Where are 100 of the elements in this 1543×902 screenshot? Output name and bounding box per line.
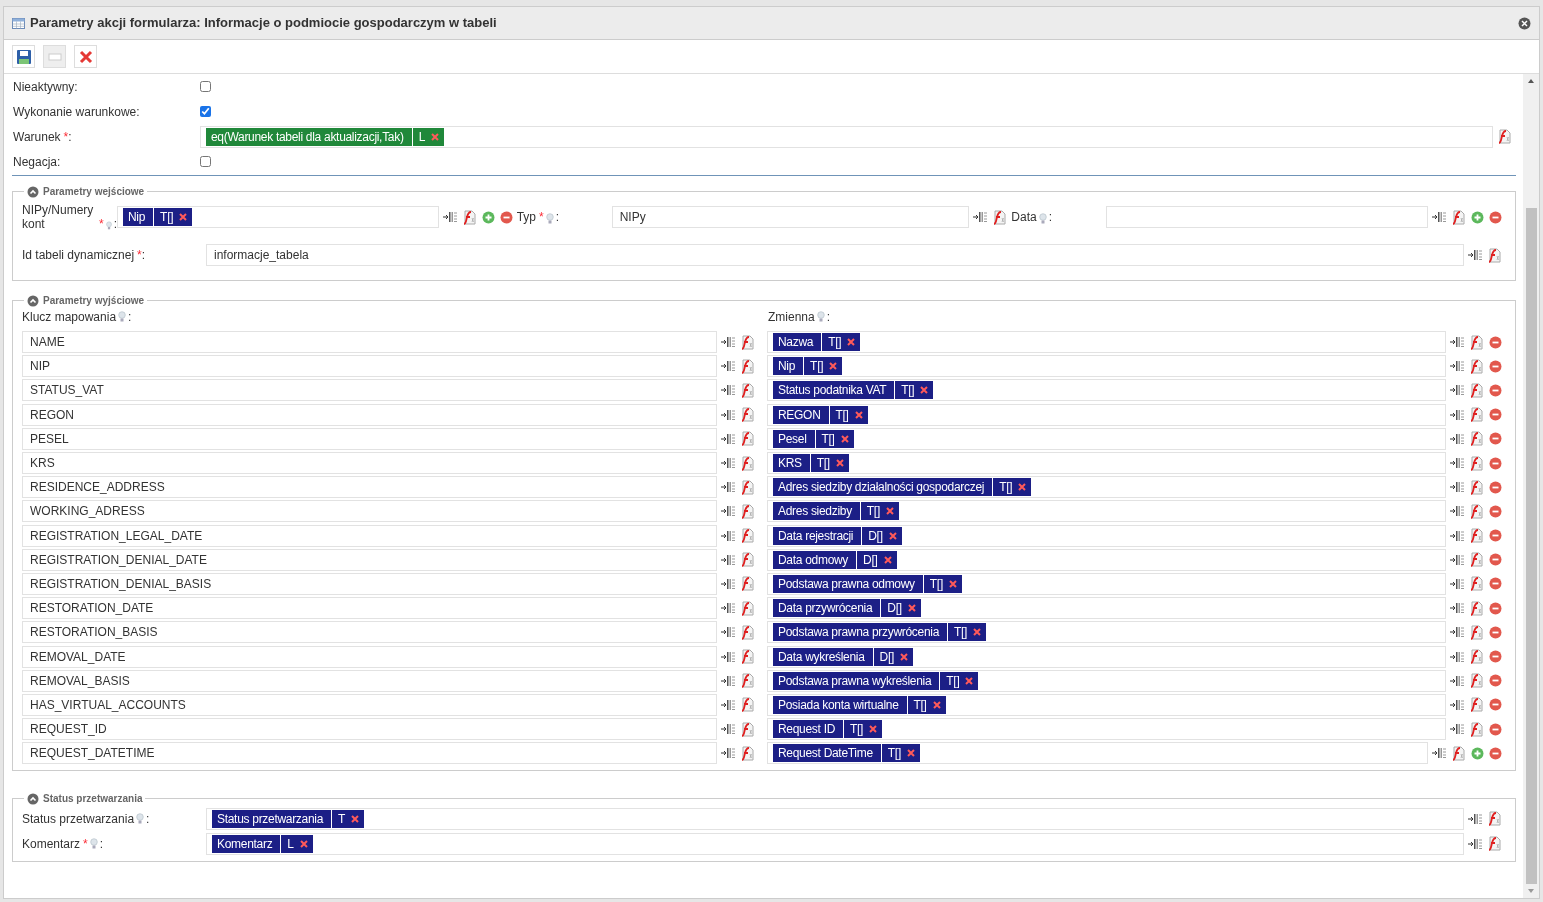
text-field[interactable]: RESIDENCE_ADDRESS [22,476,717,499]
formula-icon[interactable] [740,624,755,640]
formula-icon[interactable] [1469,382,1484,398]
variable-tag[interactable]: Status podatnika VAT T[] [773,381,934,400]
variable-tag[interactable]: Posiada konta wirtualne T[] [773,695,946,714]
tag-field[interactable]: Podstawa prawna przywrócenia T[] [767,621,1446,644]
add-icon[interactable] [481,210,495,224]
map-arrow-icon[interactable] [721,698,735,711]
remove-icon[interactable] [1489,359,1502,373]
formula-icon[interactable] [740,503,755,519]
close-icon[interactable] [840,434,849,443]
variable-tag[interactable]: Adres siedziby działalności gospodarczej T[] [773,478,1032,497]
delete-button[interactable] [74,45,97,68]
map-arrow-icon[interactable] [1450,553,1464,566]
tag-field[interactable]: Request ID T[] [767,718,1446,741]
formula-icon[interactable] [1469,697,1484,713]
formula-icon[interactable] [1469,552,1484,568]
variable-tag[interactable]: Podstawa prawna odmowy T[] [773,574,962,593]
remove-icon[interactable] [1489,210,1502,224]
formula-icon[interactable] [740,407,755,423]
formula-icon[interactable] [1487,247,1502,263]
text-field[interactable]: REQUEST_ID [22,718,717,741]
map-arrow-icon[interactable] [1450,432,1464,445]
tag-field[interactable]: Data przywrócenia D[] [767,597,1446,620]
scrollbar[interactable] [1523,74,1539,898]
checkbox[interactable] [200,156,211,167]
close-icon[interactable] [835,459,844,468]
formula-icon[interactable] [1469,600,1484,616]
formula-icon[interactable] [1469,407,1484,423]
close-icon[interactable] [299,839,308,848]
tag-field[interactable]: Posiada konta wirtualne T[] [767,693,1446,716]
formula-icon[interactable] [740,673,755,689]
close-icon[interactable] [351,814,360,823]
text-field[interactable]: WORKING_ADRESS [22,500,717,523]
map-arrow-icon[interactable] [721,602,735,615]
map-arrow-icon[interactable] [721,336,735,349]
formula-icon[interactable] [740,745,755,761]
map-arrow-icon[interactable] [1450,384,1464,397]
tag-field[interactable]: Status przetwarzania T [206,807,1464,830]
remove-icon[interactable] [1489,504,1502,518]
tag-field[interactable]: REGON T[] [767,403,1446,426]
formula-icon[interactable] [1469,673,1484,689]
formula-icon[interactable] [740,455,755,471]
collapse-icon[interactable] [27,792,39,805]
close-icon[interactable] [179,213,188,221]
map-arrow-icon[interactable] [1450,626,1464,639]
variable-tag[interactable]: Nazwa T[] [773,333,861,352]
map-arrow-icon[interactable] [442,211,457,223]
tag-field[interactable]: Podstawa prawna wykreślenia T[] [767,669,1446,692]
close-icon[interactable] [1018,483,1027,492]
map-arrow-icon[interactable] [1450,602,1464,615]
formula-icon[interactable] [1469,358,1484,374]
text-field[interactable]: STATUS_VAT [22,379,717,402]
formula-icon[interactable] [1469,503,1484,519]
map-arrow-icon[interactable] [1450,723,1464,736]
tag-field[interactable]: Request DateTime T[] [767,742,1428,765]
text-field[interactable]: REGISTRATION_LEGAL_DATE [22,524,717,547]
tag-field[interactable]: KRS T[] [767,452,1446,475]
tag-field[interactable]: Data rejestracji D[] [767,524,1446,547]
map-arrow-icon[interactable] [1450,529,1464,542]
formula-icon[interactable] [740,600,755,616]
map-arrow-icon[interactable] [1432,211,1446,223]
map-arrow-icon[interactable] [1450,505,1464,518]
close-icon[interactable] [885,507,894,516]
close-icon[interactable] [888,531,897,540]
map-arrow-icon[interactable] [1450,650,1464,663]
close-icon[interactable] [932,700,941,709]
text-field[interactable]: HAS_VIRTUAL_ACCOUNTS [22,693,717,716]
text-field[interactable]: RESTORATION_BASIS [22,621,717,644]
map-arrow-icon[interactable] [721,674,735,687]
map-arrow-icon[interactable] [721,553,735,566]
formula-icon[interactable] [1469,334,1484,350]
formula-icon[interactable] [740,334,755,350]
formula-icon[interactable] [1469,624,1484,640]
formula-icon[interactable] [740,382,755,398]
formula-icon[interactable] [992,209,1008,225]
remove-icon[interactable] [1489,722,1502,736]
text-field[interactable]: informacje_tabela [206,244,1464,266]
formula-icon[interactable] [1469,479,1484,495]
tag-field[interactable]: Nip T[] [767,355,1446,378]
tag-field[interactable]: Komentarz L [206,832,1464,855]
map-arrow-icon[interactable] [721,723,735,736]
tag-field[interactable]: eq(Warunek tabeli dla aktualizacji,Tak) L [200,125,1493,148]
variable-tag[interactable]: Podstawa prawna przywrócenia T[] [773,623,987,642]
map-arrow-icon[interactable] [721,384,735,397]
map-arrow-icon[interactable] [721,626,735,639]
save-button[interactable] [12,45,35,68]
map-arrow-icon[interactable] [721,577,735,590]
map-arrow-icon[interactable] [1450,336,1464,349]
map-arrow-icon[interactable] [1432,747,1446,760]
variable-tag[interactable]: Podstawa prawna wykreślenia T[] [773,671,979,690]
tag-field[interactable]: Data odmowy D[] [767,548,1446,571]
tag-field[interactable]: Adres siedziby działalności gospodarczej T[] [767,476,1446,499]
close-icon[interactable] [906,749,915,758]
map-arrow-icon[interactable] [721,457,735,470]
text-field[interactable]: RESTORATION_DATE [22,597,717,620]
formula-icon[interactable] [1469,576,1484,592]
text-field[interactable]: NIPy [611,206,970,228]
text-field[interactable]: REGISTRATION_DENIAL_DATE [22,548,717,571]
map-arrow-icon[interactable] [1450,577,1464,590]
